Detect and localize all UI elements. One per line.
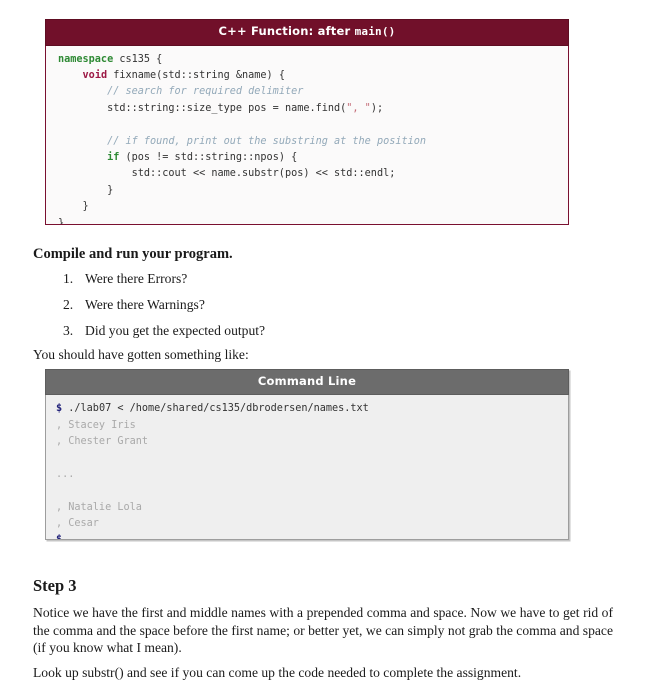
questions-list: Were there Errors? Were there Warnings? Di… <box>33 270 613 339</box>
cpp-code-line: if (pos != std::string::npos) { <box>58 150 568 166</box>
cpp-code-line: void fixname(std::string &name) { <box>58 68 568 84</box>
code-token: // if found, print out the substring at … <box>107 135 427 147</box>
code-token: cs135 { <box>113 53 163 65</box>
step3-paragraph2-wrap: Look up substr() and see if you can come… <box>33 664 613 682</box>
code-token: std::string::size_type pos = name.find( <box>107 102 347 114</box>
command-line-row: $ <box>56 532 568 539</box>
cpp-listing-title: C++ Function: after main() <box>45 19 569 46</box>
code-token: void <box>82 70 108 82</box>
cpp-code-line: std::string::size_type pos = name.find("… <box>58 101 568 117</box>
code-token: namespace <box>58 53 114 65</box>
command-line-row: , Natalie Lola <box>56 500 568 516</box>
code-token: ); <box>370 102 384 114</box>
cpp-code-line: // search for required delimiter <box>58 84 568 100</box>
cpp-code-line <box>58 117 568 133</box>
command-line-row: $ ./lab07 < /home/shared/cs135/dbroderse… <box>56 401 568 417</box>
command-line-row: , Chester Grant <box>56 434 568 450</box>
code-token: // search for required delimiter <box>107 86 304 98</box>
question-list-item: Were there Errors? <box>63 270 188 287</box>
step3-heading-wrap: Step 3 <box>33 576 613 596</box>
shell-output: , Stacey Iris <box>56 419 136 431</box>
shell-prompt: $ <box>56 534 62 539</box>
command-line-row <box>56 450 568 466</box>
command-line-listing: Command Line $ ./lab07 < /home/shared/cs… <box>45 369 569 541</box>
cpp-code-line: namespace cs135 { <box>58 52 568 68</box>
compile-heading: Compile and run your program. <box>33 246 233 262</box>
step3-paragraph2: Look up substr() and see if you can come… <box>33 665 522 680</box>
cpp-code-line: } <box>58 183 568 199</box>
code-token: } <box>82 201 89 213</box>
code-token: } <box>58 217 65 224</box>
cpp-code-line: std::cout << name.substr(pos) << std::en… <box>58 166 568 182</box>
command-line-title: Command Line <box>45 369 569 396</box>
shell-output: , Chester Grant <box>56 436 149 448</box>
compile-section: Compile and run your program. <box>33 246 613 263</box>
code-token: (pos != std::string::npos) { <box>119 152 298 164</box>
step3-paragraph1: Notice we have the first and middle name… <box>33 605 613 656</box>
shell-output: , Cesar <box>56 518 99 530</box>
code-token: if <box>107 152 120 164</box>
lead-in-wrap: You should have gotten something like: <box>33 346 613 364</box>
step3-paragraph1-wrap: Notice we have the first and middle name… <box>33 604 613 657</box>
shell-output: ... <box>56 468 75 480</box>
lead-in-text: You should have gotten something like: <box>33 347 249 362</box>
cpp-code-body: namespace cs135 { void fixname(std::stri… <box>46 46 568 224</box>
cpp-listing-title-text: C++ Function: after <box>218 24 355 38</box>
question-list-item: Did you get the expected output? <box>63 322 266 339</box>
code-token: fixname(std::string &name) { <box>107 70 285 82</box>
question-list-item: Were there Warnings? <box>63 296 205 313</box>
command-line-row: ... <box>56 467 568 483</box>
command-line-row: , Stacey Iris <box>56 418 568 434</box>
cpp-code-line: } <box>58 199 568 215</box>
step3-heading: Step 3 <box>33 576 77 595</box>
code-token: std::cout << name.substr(pos) << std::en… <box>131 168 396 180</box>
shell-command: ./lab07 < /home/shared/cs135/dbrodersen/… <box>62 403 369 415</box>
cpp-listing-title-mono: main() <box>354 25 396 38</box>
command-line-row <box>56 483 568 499</box>
command-line-body: $ ./lab07 < /home/shared/cs135/dbroderse… <box>46 395 568 539</box>
command-line-row: , Cesar <box>56 516 568 532</box>
cpp-code-listing: C++ Function: after main() namespace cs1… <box>45 19 569 225</box>
questions-list-wrap: Were there Errors? Were there Warnings? Di… <box>33 270 613 348</box>
cpp-code-line: } <box>58 216 568 224</box>
code-token: ", " <box>346 102 371 114</box>
cpp-code-line: // if found, print out the substring at … <box>58 134 568 150</box>
shell-output: , Natalie Lola <box>56 501 142 513</box>
code-token: } <box>107 184 114 196</box>
